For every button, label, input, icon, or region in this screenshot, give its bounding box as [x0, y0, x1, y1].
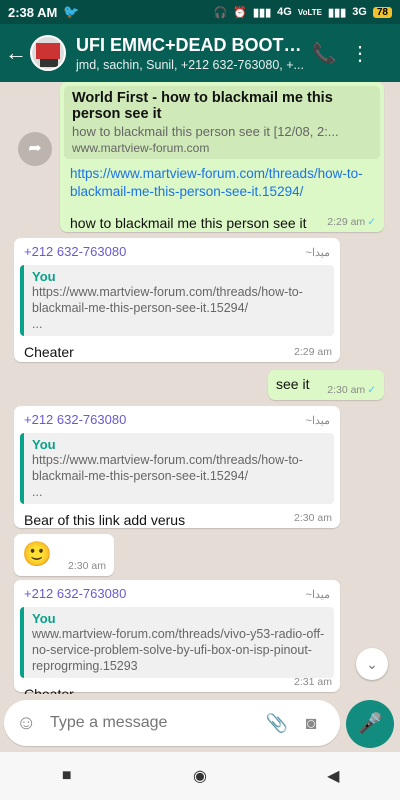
- twitter-icon: 🐦: [63, 4, 80, 19]
- avatar-shape-bottom: [40, 59, 58, 67]
- message-sender[interactable]: +212 632-763080: [20, 586, 334, 601]
- scroll-down-icon[interactable]: ⌄: [356, 648, 388, 680]
- chat-toolbar: ← UFI EMMC+DEAD BOOT FI... jmd, sachin, …: [0, 24, 400, 82]
- check-icon: ✓: [367, 384, 376, 396]
- message-text: Bear of this link add verus: [24, 512, 186, 528]
- quote-more: ...: [32, 317, 43, 331]
- quote-author: You: [32, 611, 56, 626]
- message-meta: 2:29 am ✓: [327, 216, 376, 228]
- emoji-icon[interactable]: ☺: [16, 712, 42, 735]
- chat-titles[interactable]: UFI EMMC+DEAD BOOT FI... jmd, sachin, Su…: [76, 35, 306, 72]
- message-time: 2:30 am: [294, 512, 332, 524]
- message-time: 2:29 am: [327, 216, 366, 228]
- message-text: see it: [276, 376, 310, 392]
- avatar-shape-top: [36, 43, 60, 59]
- message-sender-alt: ~ميدا: [305, 589, 330, 601]
- more-options-icon[interactable]: ⋮: [342, 41, 378, 66]
- alarm-icon: ⏰: [233, 6, 247, 19]
- camera-icon[interactable]: ◙: [294, 713, 328, 734]
- message-sender[interactable]: +212 632-763080: [20, 244, 334, 259]
- quote-more: ...: [32, 485, 43, 499]
- message-sender-alt: ~ميدا: [305, 247, 330, 259]
- network-4g: 4G: [277, 6, 292, 18]
- status-right: 🎧 ⏰ ▮▮▮ 4G VoLTE ▮▮▮ 3G 78: [214, 6, 392, 19]
- message-meta: 2:30 am ✓: [327, 384, 376, 396]
- link-preview-domain: www.martview-forum.com: [72, 141, 210, 155]
- battery-level: 78: [372, 6, 392, 18]
- message-time: 2:29 am: [294, 346, 332, 358]
- message-time: 2:31 am: [294, 676, 332, 688]
- message-sender[interactable]: +212 632-763080: [20, 412, 334, 427]
- chat-participants: jmd, sachin, Sunil, +212 632-763080, +..…: [76, 57, 304, 72]
- message-time: 2:30 am: [327, 384, 366, 396]
- network-3g: 3G: [352, 6, 367, 18]
- quoted-message[interactable]: You https://www.martview-forum.com/threa…: [20, 433, 334, 504]
- microphone-icon[interactable]: 🎤: [346, 700, 394, 748]
- link-preview[interactable]: World First - how to blackmail me this p…: [64, 86, 380, 159]
- message-incoming-reply[interactable]: +212 632-763080 ~ميدا You www.martview-f…: [14, 580, 340, 694]
- quote-author: You: [32, 269, 56, 284]
- emoji-smile-icon: 🙂: [22, 541, 52, 568]
- message-outgoing-short[interactable]: see it 2:30 am ✓: [268, 370, 384, 400]
- status-bar: 2:38 AM 🐦 🎧 ⏰ ▮▮▮ 4G VoLTE ▮▮▮ 3G 78: [0, 0, 400, 24]
- quote-text: https://www.martview-forum.com/threads/h…: [32, 285, 303, 315]
- headphones-icon: 🎧: [213, 6, 228, 19]
- system-navbar: ■ ◉ ◀: [0, 752, 400, 800]
- message-incoming-emoji[interactable]: 🙂 2:30 am: [14, 534, 114, 576]
- chat-title: UFI EMMC+DEAD BOOT FI...: [76, 34, 306, 55]
- message-input[interactable]: [50, 714, 260, 732]
- forward-share-icon[interactable]: ➦: [18, 132, 52, 166]
- attach-icon[interactable]: 📎: [260, 713, 294, 734]
- message-sender-alt: ~ميدا: [305, 415, 330, 427]
- message-incoming-reply[interactable]: +212 632-763080 ~ميدا You https://www.ma…: [14, 238, 340, 362]
- message-composer: ☺ 📎 ◙: [4, 700, 340, 746]
- link-preview-title: World First - how to blackmail me this p…: [72, 90, 333, 122]
- link-preview-description: how to blackmail this person see it [12/…: [72, 124, 339, 139]
- message-text: Cheater: [24, 344, 74, 360]
- back-icon[interactable]: ◀: [303, 766, 363, 786]
- recent-apps-icon[interactable]: ■: [37, 767, 97, 785]
- quote-text: www.martview-forum.com/threads/vivo-y53-…: [32, 627, 325, 673]
- home-icon[interactable]: ◉: [170, 766, 230, 786]
- check-icon: ✓: [367, 216, 376, 228]
- message-time: 2:30 am: [68, 560, 106, 572]
- network-volte: VoLTE: [297, 7, 323, 17]
- quote-text: https://www.martview-forum.com/threads/h…: [32, 453, 303, 483]
- add-call-icon[interactable]: 📞: [306, 41, 342, 66]
- chat-area[interactable]: ➦ World First - how to blackmail me this…: [0, 82, 400, 694]
- quote-author: You: [32, 437, 56, 452]
- message-link[interactable]: https://www.martview-forum.com/threads/h…: [64, 159, 380, 201]
- message-outgoing-link[interactable]: World First - how to blackmail me this p…: [60, 82, 384, 232]
- status-time: 2:38 AM: [8, 4, 58, 20]
- quoted-message[interactable]: You https://www.martview-forum.com/threa…: [20, 265, 334, 336]
- signal-icon-2: ▮▮▮: [328, 6, 347, 19]
- signal-icon: ▮▮▮: [253, 6, 272, 19]
- message-incoming-reply[interactable]: +212 632-763080 ~ميدا You https://www.ma…: [14, 406, 340, 528]
- quoted-message[interactable]: You www.martview-forum.com/threads/vivo-…: [20, 607, 334, 678]
- message-text: Cheater: [24, 686, 74, 694]
- back-arrow-icon[interactable]: ←: [2, 40, 30, 66]
- group-avatar[interactable]: [30, 35, 66, 71]
